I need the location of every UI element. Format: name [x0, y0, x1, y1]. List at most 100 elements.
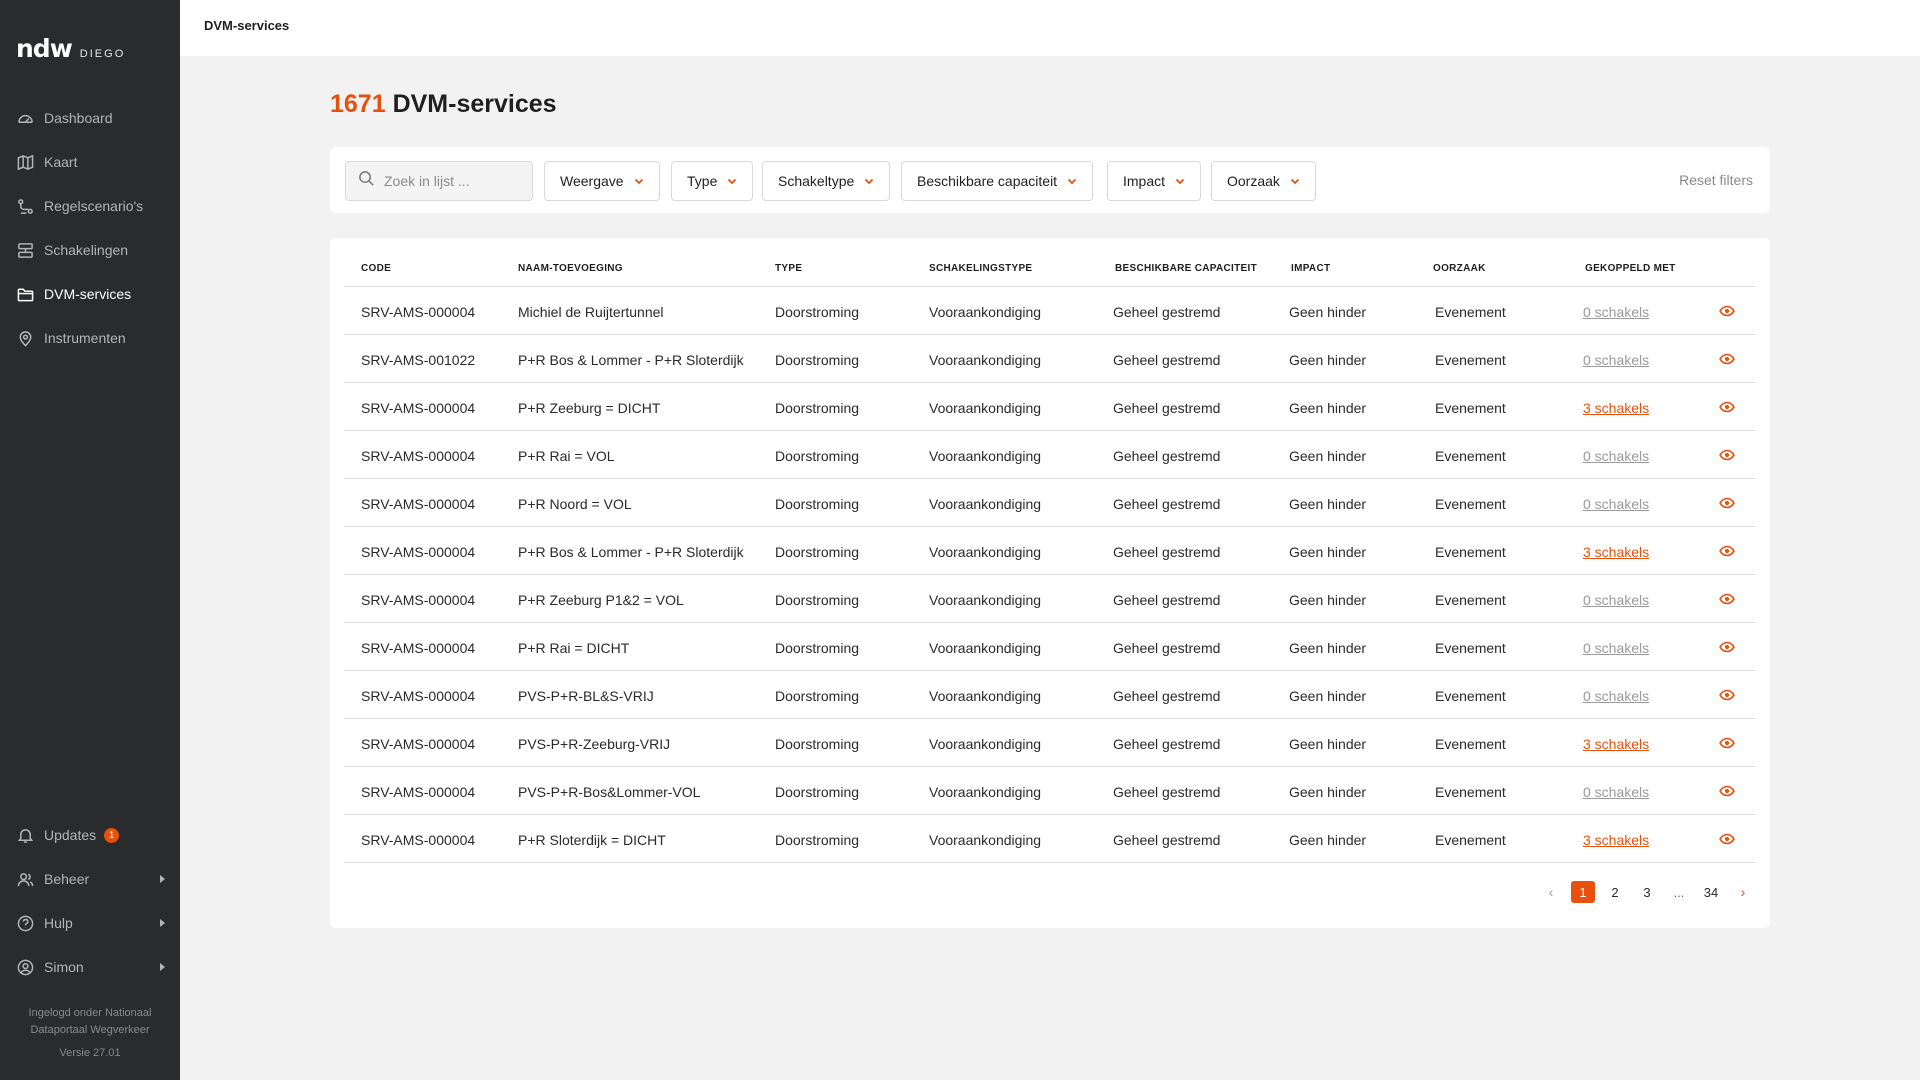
table-row[interactable]: SRV-AMS-000004 PVS-P+R-BL&S-VRIJ Doorstrom…: [345, 671, 1755, 719]
reset-filters-button[interactable]: Reset filters: [1679, 172, 1753, 188]
table-row[interactable]: SRV-AMS-001022 P+R Bos & Lommer - P+R Slo…: [345, 335, 1755, 383]
ndw-logo[interactable]: ndw DIEGO: [16, 34, 125, 63]
eye-icon[interactable]: [1719, 591, 1735, 607]
column-header-impact[interactable]: IMPACT: [1291, 263, 1330, 274]
previous-page-button[interactable]: ‹: [1539, 881, 1563, 903]
table-row[interactable]: SRV-AMS-000004 Michiel de Ruijtertunnel Do…: [345, 287, 1755, 335]
filter-schakeltype[interactable]: Schakeltype: [762, 161, 891, 201]
linked-schakels-link[interactable]: 0 schakels: [1583, 352, 1649, 368]
filter-type[interactable]: Type: [671, 161, 754, 201]
eye-icon[interactable]: [1719, 303, 1735, 319]
cell-schakelingstype: Vooraankondiging: [929, 688, 1042, 704]
login-info: Ingelogd onder Nationaal Dataportaal Weg…: [0, 1005, 180, 1039]
cell-capaciteit: Geheel gestremd: [1113, 544, 1221, 560]
cell-code: SRV-AMS-001022: [361, 352, 476, 368]
cell-code: SRV-AMS-000004: [361, 736, 476, 752]
eye-icon[interactable]: [1719, 639, 1735, 655]
search-input[interactable]: [384, 173, 524, 189]
column-header-oorzaak[interactable]: OORZAAK: [1433, 263, 1486, 274]
linked-schakels-link[interactable]: 3 schakels: [1583, 544, 1649, 560]
column-header-type[interactable]: TYPE: [775, 263, 802, 274]
linked-schakels-link[interactable]: 0 schakels: [1583, 496, 1649, 512]
filter-label: Weergave: [560, 173, 624, 189]
cell-schakelingstype: Vooraankondiging: [929, 784, 1042, 800]
column-header-schakelingstype[interactable]: SCHAKELINGSTYPE: [929, 263, 1032, 274]
eye-icon[interactable]: [1719, 399, 1735, 415]
nav-item-regelscenarios[interactable]: Regelscenario's: [0, 184, 180, 228]
nav-item-user[interactable]: Simon: [0, 945, 180, 989]
cell-impact: Geen hinder: [1289, 544, 1367, 560]
table-row[interactable]: SRV-AMS-000004 PVS-P+R-Bos&Lommer-VOL Door…: [345, 767, 1755, 815]
filter-oorzaak[interactable]: Oorzaak: [1211, 161, 1316, 201]
table-row[interactable]: SRV-AMS-000004 P+R Sloterdijk = DICHT Door…: [345, 815, 1755, 863]
nav-item-dashboard[interactable]: Dashboard: [0, 96, 180, 140]
table-row[interactable]: SRV-AMS-000004 P+R Noord = VOL Doorstromin…: [345, 479, 1755, 527]
eye-icon[interactable]: [1719, 735, 1735, 751]
table-row[interactable]: SRV-AMS-000004 P+R Zeeburg = DICHT Doorstr…: [345, 383, 1755, 431]
column-header-code[interactable]: CODE: [361, 263, 391, 274]
linked-schakels-link[interactable]: 0 schakels: [1583, 784, 1649, 800]
page-button-last[interactable]: 34: [1699, 881, 1723, 903]
chevron-down-icon: [727, 176, 737, 186]
cell-naam: P+R Bos & Lommer - P+R Sloterdijk: [518, 544, 744, 560]
scenario-icon: [17, 198, 34, 215]
eye-icon[interactable]: [1719, 447, 1735, 463]
bell-icon: [17, 827, 34, 844]
page-button-current[interactable]: 1: [1571, 881, 1595, 903]
main-nav: Dashboard Kaart Regelscenario's Schakeli…: [0, 96, 180, 360]
cell-type: Doorstroming: [775, 496, 860, 512]
table-row[interactable]: SRV-AMS-000004 P+R Zeeburg P1&2 = VOL Door…: [345, 575, 1755, 623]
table-row[interactable]: SRV-AMS-000004 PVS-P+R-Zeeburg-VRIJ Doorst…: [345, 719, 1755, 767]
linked-schakels-link[interactable]: 0 schakels: [1583, 448, 1649, 464]
linked-schakels-link[interactable]: 3 schakels: [1583, 736, 1649, 752]
filter-label: Type: [687, 173, 718, 189]
cell-capaciteit: Geheel gestremd: [1113, 304, 1221, 320]
next-page-button[interactable]: ›: [1731, 881, 1755, 903]
search-box[interactable]: [345, 161, 533, 201]
nav-item-schakelingen[interactable]: Schakelingen: [0, 228, 180, 272]
linked-schakels-link[interactable]: 3 schakels: [1583, 832, 1649, 848]
linked-schakels-link[interactable]: 0 schakels: [1583, 304, 1649, 320]
eye-icon[interactable]: [1719, 543, 1735, 559]
table-row[interactable]: SRV-AMS-000004 P+R Rai = VOL Doorstroming V…: [345, 431, 1755, 479]
nav-item-updates[interactable]: Updates 1: [0, 813, 180, 857]
nav-item-dvm-services[interactable]: DVM-services: [0, 272, 180, 316]
page-button[interactable]: 3: [1635, 881, 1659, 903]
page-button[interactable]: 2: [1603, 881, 1627, 903]
eye-icon[interactable]: [1719, 351, 1735, 367]
cell-schakelingstype: Vooraankondiging: [929, 304, 1042, 320]
column-header-naam[interactable]: NAAM-TOEVOEGING: [518, 263, 623, 274]
column-header-capaciteit[interactable]: BESCHIKBARE CAPACITEIT: [1115, 263, 1257, 274]
cell-impact: Geen hinder: [1289, 832, 1367, 848]
nav-item-kaart[interactable]: Kaart: [0, 140, 180, 184]
table-header: CODE NAAM-TOEVOEGING TYPE SCHAKELINGSTYP…: [345, 263, 1755, 287]
cell-oorzaak: Evenement: [1435, 352, 1506, 368]
caret-right-icon: [160, 875, 165, 883]
switch-icon: [17, 242, 34, 259]
top-bar: DVM-services: [180, 0, 1920, 56]
nav-item-hulp[interactable]: Hulp: [0, 901, 180, 945]
filter-label: Schakeltype: [778, 173, 855, 189]
eye-icon[interactable]: [1719, 783, 1735, 799]
linked-schakels-link[interactable]: 3 schakels: [1583, 400, 1649, 416]
nav-item-beheer[interactable]: Beheer: [0, 857, 180, 901]
eye-icon[interactable]: [1719, 495, 1735, 511]
linked-schakels-link[interactable]: 0 schakels: [1583, 688, 1649, 704]
filter-impact[interactable]: Impact: [1107, 161, 1202, 201]
linked-schakels-link[interactable]: 0 schakels: [1583, 592, 1649, 608]
linked-schakels-link[interactable]: 0 schakels: [1583, 640, 1649, 656]
table-row[interactable]: SRV-AMS-000004 P+R Rai = DICHT Doorstromin…: [345, 623, 1755, 671]
column-header-gekoppeld[interactable]: GEKOPPELD MET: [1585, 263, 1676, 274]
cell-type: Doorstroming: [775, 832, 860, 848]
cell-impact: Geen hinder: [1289, 352, 1367, 368]
login-info-line: Ingelogd onder Nationaal: [28, 1007, 152, 1019]
eye-icon[interactable]: [1719, 687, 1735, 703]
cell-naam: P+R Rai = VOL: [518, 448, 615, 464]
filter-beschikbare-capaciteit[interactable]: Beschikbare capaciteit: [901, 161, 1094, 201]
eye-icon[interactable]: [1719, 831, 1735, 847]
filter-weergave[interactable]: Weergave: [544, 161, 660, 201]
nav-item-instrumenten[interactable]: Instrumenten: [0, 316, 180, 360]
caret-right-icon: [160, 963, 165, 971]
nav-item-label: Updates: [44, 827, 97, 843]
table-row[interactable]: SRV-AMS-000004 P+R Bos & Lommer - P+R Slo…: [345, 527, 1755, 575]
